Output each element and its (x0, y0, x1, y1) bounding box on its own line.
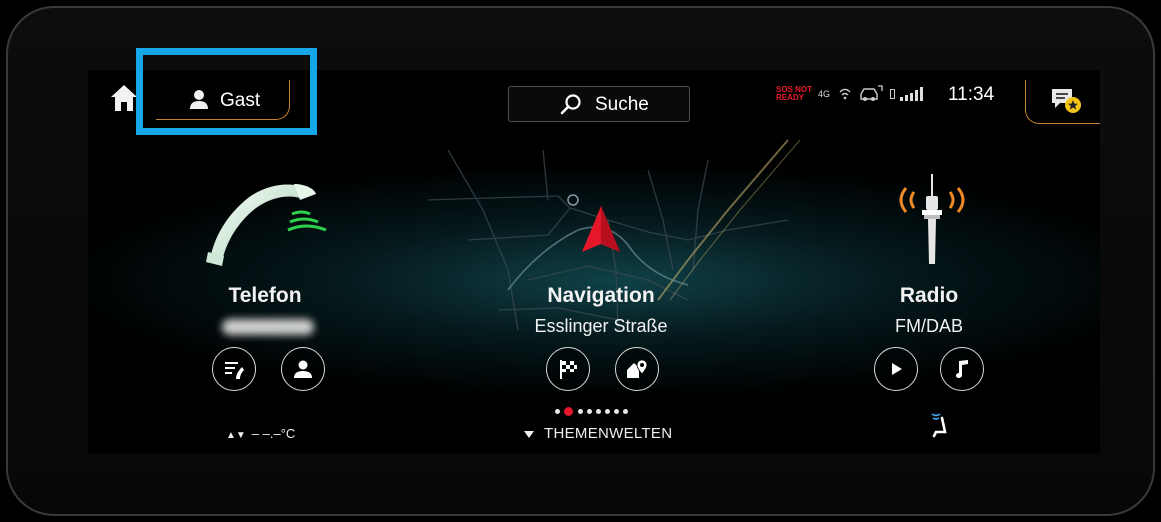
message-star-icon (1052, 89, 1081, 113)
navigation-title[interactable]: Navigation (501, 284, 701, 308)
themenwelten-label: THEMENWELTEN (544, 425, 673, 442)
page-dot (555, 409, 560, 414)
chevron-down-icon (524, 430, 534, 438)
contact-person-icon (294, 360, 312, 378)
battery-icon (890, 89, 895, 99)
music-note-icon (956, 360, 968, 378)
call-list-icon (225, 362, 244, 379)
play-icon (892, 363, 902, 375)
contacts-button[interactable] (281, 347, 325, 391)
search-label: Suche (595, 94, 649, 115)
seat-ventilation-icon[interactable] (926, 412, 958, 440)
navigation-street: Esslinger Straße (534, 316, 668, 336)
radio-play-button[interactable] (874, 347, 918, 391)
page-dot (605, 409, 610, 414)
page-indicator[interactable] (555, 406, 655, 418)
home-destination-button[interactable] (615, 347, 659, 391)
home-pin-icon (627, 359, 648, 378)
wifi-icon (839, 88, 851, 100)
caller-name-blurred (222, 319, 314, 335)
status-bar: SOS NOT READY 4G 11:34 (776, 84, 1006, 108)
page-dot (578, 409, 583, 414)
radio-title[interactable]: Radio (829, 284, 1029, 308)
page-dot (623, 409, 628, 414)
temperature-arrows-icon: ▲▼ (226, 430, 246, 441)
call-list-button[interactable] (212, 347, 256, 391)
profile-highlight-frame (136, 48, 317, 135)
network-indicator: 4G (818, 89, 831, 99)
car-connect-icon (860, 85, 883, 101)
page-dot (614, 409, 619, 414)
signal-strength-icon (900, 87, 923, 101)
temperature-value: – –.–°C (251, 426, 296, 441)
sos-line-2: READY (776, 93, 805, 102)
radio-band: FM/DAB (894, 316, 963, 336)
navigation-arrow-icon[interactable] (580, 204, 622, 256)
telefon-title[interactable]: Telefon (165, 284, 365, 308)
radio-sources-button[interactable] (940, 347, 984, 391)
themenwelten-button[interactable]: THEMENWELTEN (524, 425, 672, 442)
notification-button[interactable] (1025, 80, 1100, 124)
page-dot (596, 409, 601, 414)
checkered-flag-icon (560, 360, 577, 379)
sos-status: SOS NOT READY (776, 86, 812, 102)
clock: 11:34 (948, 84, 995, 105)
page-dot (587, 409, 592, 414)
radio-tower-icon[interactable] (890, 174, 974, 266)
temperature-readout[interactable]: ▲▼ – –.–°C (226, 426, 295, 441)
page-dot-active (564, 407, 573, 416)
phone-handset-icon[interactable] (204, 180, 332, 270)
magnifier-icon (560, 94, 581, 115)
destination-button[interactable] (546, 347, 590, 391)
search-button[interactable]: Suche (508, 86, 690, 122)
